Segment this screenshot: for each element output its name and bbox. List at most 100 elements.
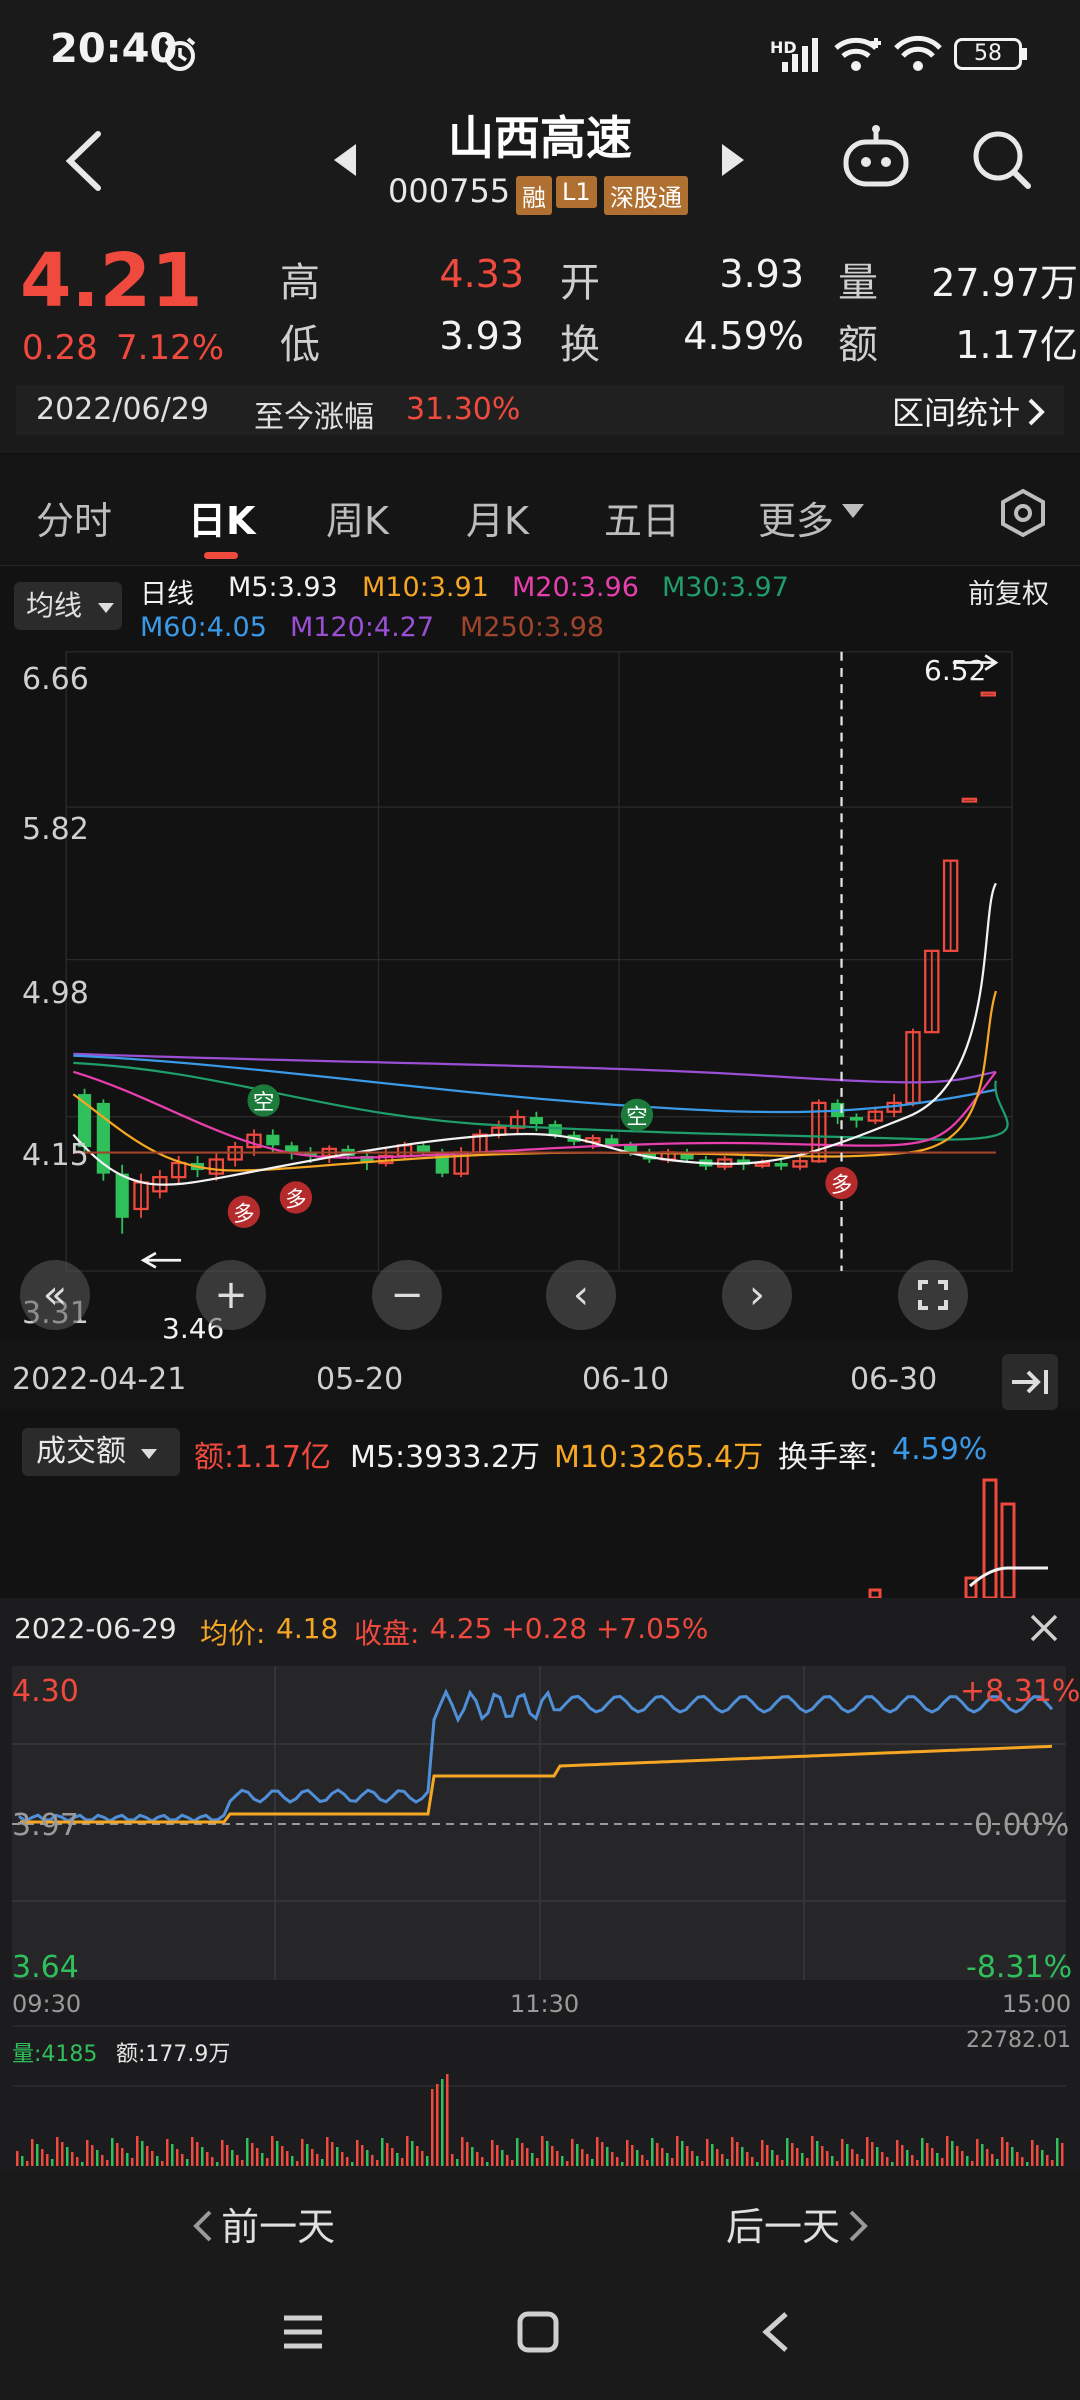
intraday-volume-bar [586, 2154, 589, 2166]
y-label: 4.15 [22, 1138, 89, 1173]
ma-lines [72, 882, 1009, 1186]
period-label: 日线 [140, 579, 194, 610]
intraday-volume-bar [116, 2143, 119, 2166]
wifi-icon [894, 35, 942, 71]
intraday-volume-bar [541, 2136, 544, 2166]
scroll-left-button[interactable]: ‹ [546, 1260, 616, 1330]
chevron-right-icon [849, 2210, 868, 2242]
kline-chart[interactable]: 空 空 多 多 多 [0, 650, 1080, 1350]
next-day-button[interactable]: 后一天 [726, 2196, 871, 2251]
day-navigation [0, 2170, 1080, 2270]
intraday-volume-bar [856, 2154, 859, 2166]
intraday-volume-bar [61, 2142, 64, 2166]
alarm-icon [164, 37, 196, 71]
robot-assistant-icon[interactable] [840, 124, 912, 190]
x-label: 06-30 [850, 1362, 938, 1397]
intraday-volume-bar [516, 2138, 519, 2166]
search-icon[interactable] [970, 128, 1034, 192]
candle-body [416, 1145, 431, 1153]
intraday-volume-bar [536, 2158, 539, 2166]
tab-weekly-k[interactable]: 周K [326, 490, 389, 545]
intraday-volume-bar [336, 2147, 339, 2166]
intraday-volume-bar [806, 2158, 809, 2166]
intraday-volume-bar [781, 2160, 784, 2166]
intraday-volume-bar [416, 2146, 419, 2166]
menu-icon[interactable] [280, 2312, 326, 2352]
intraday-volume-bar [996, 2159, 999, 2166]
intraday-volume-bar [636, 2150, 639, 2166]
settings-hexagon-icon[interactable] [998, 488, 1048, 538]
intraday-volume-bar [311, 2149, 314, 2166]
intraday-volume-bar [466, 2142, 469, 2166]
intraday-volume-bar [611, 2152, 614, 2166]
tab-five-day[interactable]: 五日 [604, 490, 680, 545]
intraday-volume-bar [1061, 2143, 1064, 2166]
home-icon[interactable] [516, 2310, 560, 2354]
intraday-chart[interactable] [0, 1666, 1080, 2166]
intraday-volume-bar [951, 2141, 954, 2166]
intraday-volume-bar [276, 2141, 279, 2166]
chevron-left-icon [193, 2210, 212, 2242]
intraday-volume-bar [686, 2146, 689, 2166]
scroll-left-fast-button[interactable]: « [20, 1260, 90, 1330]
intraday-volume-bar [261, 2153, 264, 2166]
tab-daily-k[interactable]: 日K [188, 490, 255, 545]
intraday-volume-bar [246, 2138, 249, 2166]
tab-monthly-k[interactable]: 月K [466, 490, 529, 545]
range-stats-button[interactable]: 区间统计 [892, 388, 1047, 432]
intraday-volume-bar [886, 2157, 889, 2166]
intraday-volume-bar [756, 2162, 759, 2166]
ma120-line [73, 1052, 997, 1084]
intraday-volume-bar [131, 2158, 134, 2166]
intraday-volume-bar [776, 2155, 779, 2166]
intraday-volume-bar [486, 2162, 489, 2166]
intraday-volume-bar [481, 2157, 484, 2166]
intraday-volume-bar [96, 2150, 99, 2166]
volume-indicator-dropdown[interactable]: 成交额 [22, 1428, 180, 1476]
intraday-volume-bar [1016, 2152, 1019, 2166]
kong-signal: 空 [247, 1084, 280, 1117]
tab-intraday[interactable]: 分时 [36, 490, 112, 545]
tab-more[interactable]: 更多 [758, 490, 834, 545]
intraday-volume-bar [396, 2153, 399, 2166]
intraday-volume-bar [341, 2152, 344, 2166]
ma5-line [72, 882, 997, 1186]
previous-day-button[interactable]: 前一天 [190, 2196, 335, 2251]
amount-value: 1.17亿 [955, 323, 1078, 367]
intraday-volume-bar [286, 2151, 289, 2166]
jump-to-latest-button[interactable] [1002, 1354, 1058, 1410]
intraday-volume-bar [16, 2151, 19, 2166]
intraday-volume-bar [566, 2161, 569, 2166]
intraday-volume-bar [916, 2160, 919, 2166]
back-icon[interactable] [756, 2310, 796, 2354]
level-tag: L1 [556, 176, 597, 208]
intraday-volume-bar [731, 2137, 734, 2166]
intraday-volume-bar [181, 2154, 184, 2166]
intraday-volume-bar [581, 2149, 584, 2166]
close-icon[interactable] [1026, 1610, 1062, 1646]
intraday-volume-bar [31, 2139, 34, 2166]
intraday-volume-bar [531, 2153, 534, 2166]
intraday-volume-bar [666, 2153, 669, 2166]
ma20-legend: M20:3.96 [512, 572, 639, 603]
scroll-right-button[interactable]: › [722, 1260, 792, 1330]
intraday-volume-bar [211, 2157, 214, 2166]
price-change-pct: 7.12% [116, 328, 225, 368]
close-price-value: 4.25 +0.28 +7.05% [430, 1612, 709, 1645]
intraday-volume-bar [461, 2137, 464, 2166]
intraday-pct-mid: 0.00% [974, 1808, 1070, 1843]
intraday-volume-bar [991, 2154, 994, 2166]
adjust-mode-button[interactable]: 前复权 [968, 572, 1049, 611]
intraday-volume-bar [346, 2157, 349, 2166]
fullscreen-button[interactable] [898, 1260, 968, 1330]
intraday-volume-bar [526, 2148, 529, 2166]
zoom-in-button[interactable]: + [196, 1260, 266, 1330]
intraday-volume-bar [391, 2148, 394, 2166]
intraday-volume-bar [66, 2147, 69, 2166]
intraday-volume-bar [931, 2148, 934, 2166]
intraday-volume-bar [601, 2142, 604, 2166]
intraday-volume-bar [981, 2144, 984, 2166]
zoom-out-button[interactable]: − [372, 1260, 442, 1330]
intraday-volume-bar [961, 2151, 964, 2166]
ma-dropdown[interactable]: 均线 [14, 582, 122, 630]
